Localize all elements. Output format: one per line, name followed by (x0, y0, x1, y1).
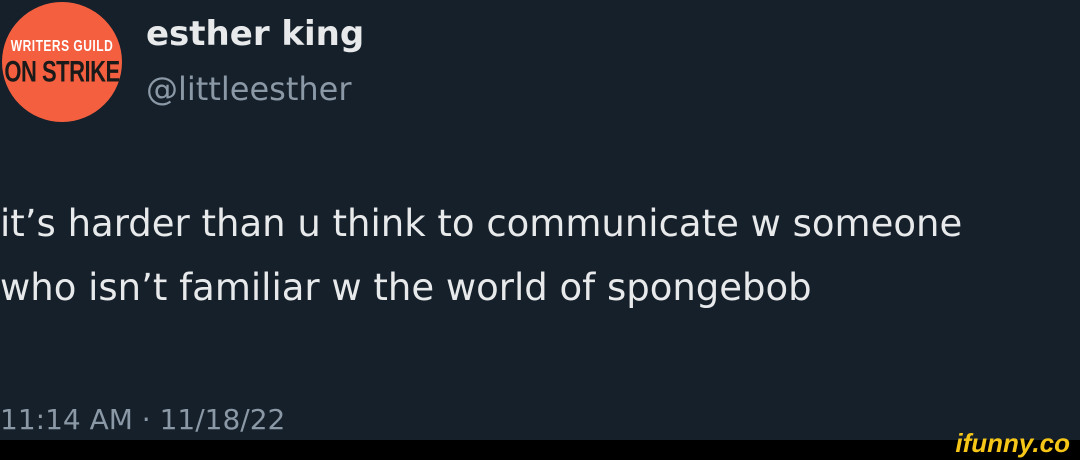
tweet-text-line: it’s harder than u think to communicate … (0, 202, 963, 245)
ifunny-watermark: ifunny.co (955, 428, 1070, 458)
author-handle[interactable]: @littleesther (146, 70, 351, 108)
watermark-bar (0, 440, 1080, 460)
tweet-text: it’s harder than u think to communicate … (0, 192, 1080, 320)
author-display-name[interactable]: esther king (146, 14, 364, 54)
avatar-text-line2: ON STRIKE (4, 54, 120, 89)
tweet-text-line: who isn’t familiar w the world of sponge… (0, 266, 812, 309)
avatar[interactable]: WRITERS GUILD ON STRIKE (2, 2, 122, 122)
tweet-timestamp[interactable]: 11:14 AM · 11/18/22 (0, 403, 285, 436)
avatar-text-line1: WRITERS GUILD (10, 36, 114, 56)
